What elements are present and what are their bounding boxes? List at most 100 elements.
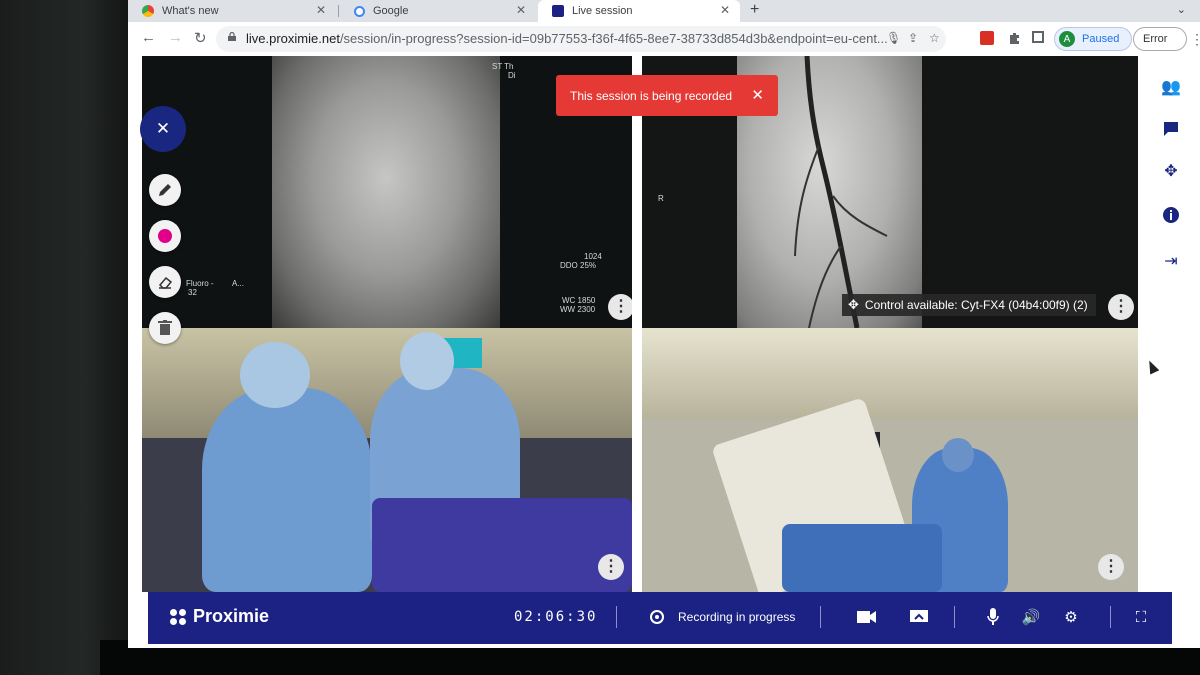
tab-separator — [338, 5, 339, 17]
divider — [954, 606, 955, 628]
google-icon — [354, 5, 365, 17]
microphone-icon[interactable] — [982, 606, 1004, 628]
eraser-icon — [158, 276, 173, 289]
url-path: /session/in-progress?session-id=09b77553… — [339, 31, 888, 46]
overlay-text: ST Th — [492, 62, 514, 71]
color-picker-button[interactable] — [149, 220, 181, 252]
toast-message: This session is being recorded — [570, 88, 733, 103]
tab-google[interactable]: Google ✕ — [340, 0, 536, 22]
microphone-icon[interactable]: 🎙 — [886, 31, 901, 45]
extension-icon[interactable] — [980, 31, 994, 45]
side-panel-icon[interactable] — [1032, 31, 1044, 43]
xray-image — [272, 56, 500, 328]
video-pane-room-right[interactable]: ⋮ — [642, 328, 1138, 592]
fullscreen-icon[interactable]: ⛶ — [1130, 606, 1152, 628]
browser-menu-icon[interactable]: ⋮ — [1190, 31, 1200, 48]
close-icon: ✕ — [155, 119, 171, 138]
session-timer: 02:06:30 — [514, 609, 598, 625]
surgeon-head — [240, 342, 310, 408]
address-bar[interactable]: live.proximie.net/session/in-progress?se… — [216, 26, 946, 52]
proximie-app: ST Th Di 1024 DDO 25% Fluoro - A... 32 W… — [128, 56, 1200, 648]
close-icon[interactable]: ✕ — [720, 3, 730, 17]
tab-label: Live session — [572, 5, 633, 17]
pane-options-kebab-icon[interactable]: ⋮ — [598, 554, 624, 580]
overlay-text: DDO 25% — [560, 261, 597, 270]
divider — [820, 606, 821, 628]
address-toolbar: ← → ↻ live.proximie.net/session/in-progr… — [128, 22, 1200, 57]
profile-button[interactable]: A Paused — [1054, 27, 1132, 51]
bookmark-star-icon[interactable]: ☆ — [929, 31, 940, 45]
pane-options-kebab-icon[interactable]: ⋮ — [1108, 294, 1134, 320]
error-label: Error — [1143, 33, 1168, 45]
url-text: live.proximie.net/session/in-progress?se… — [246, 31, 888, 46]
pane-options-kebab-icon[interactable]: ⋮ — [1098, 554, 1124, 580]
participants-icon[interactable]: 👥 — [1160, 76, 1182, 98]
overlay-text: A... — [232, 279, 245, 288]
update-error-button[interactable]: Error — [1133, 27, 1187, 51]
room-background — [642, 328, 1138, 418]
surgical-drape — [782, 524, 942, 592]
video-grid: ST Th Di 1024 DDO 25% Fluoro - A... 32 W… — [142, 56, 1138, 592]
recording-status: Recording in progress — [678, 610, 796, 624]
recording-toast: This session is being recorded ✕ — [556, 75, 778, 116]
proximie-icon — [552, 5, 564, 17]
tab-search-chevron-icon[interactable]: ⌄ — [1177, 3, 1186, 16]
close-annotation-button[interactable]: ✕ — [140, 106, 186, 152]
staff-head — [942, 438, 974, 472]
settings-gear-icon[interactable]: ⚙ — [1060, 606, 1082, 628]
screen-share-icon[interactable] — [908, 606, 930, 628]
reload-icon[interactable]: ↻ — [194, 29, 207, 47]
tab-whats-new[interactable]: What's new ✕ — [128, 0, 336, 22]
add-camera-icon[interactable] — [856, 606, 878, 628]
delete-annotations-button[interactable] — [149, 312, 181, 344]
overlay-text: 32 — [188, 288, 197, 297]
eraser-tool-button[interactable] — [149, 266, 181, 298]
back-arrow-icon[interactable]: ← — [141, 29, 156, 46]
close-icon[interactable]: ✕ — [751, 86, 764, 104]
share-icon[interactable]: ⇪ — [908, 31, 918, 45]
close-icon[interactable]: ✕ — [516, 3, 526, 17]
pencil-icon — [159, 184, 171, 196]
video-pane-room-left[interactable]: ⋮ — [142, 328, 632, 592]
overlay-text: WC 1850 — [562, 296, 596, 305]
right-sidebar: 👥 ✥ ⇥ — [1140, 56, 1200, 592]
close-icon[interactable]: ✕ — [316, 3, 326, 17]
tab-label: What's new — [162, 5, 219, 17]
lock-icon — [228, 32, 236, 41]
proximie-logo-icon — [170, 608, 186, 625]
forward-arrow-icon[interactable]: → — [168, 29, 183, 46]
monitor-bezel — [0, 0, 140, 675]
pen-tool-button[interactable] — [149, 174, 181, 206]
color-dot-icon — [158, 229, 172, 243]
exit-session-icon[interactable]: ⇥ — [1160, 250, 1182, 272]
record-icon — [650, 610, 664, 624]
move-arrows-icon: ✥ — [848, 297, 859, 312]
surgical-drape — [372, 498, 632, 592]
surgeon-figure — [202, 388, 372, 592]
profile-status: Paused — [1082, 33, 1120, 45]
tab-strip: What's new ✕ Google ✕ Live session ✕ + ⌄ — [128, 0, 1200, 22]
speaker-icon[interactable]: 🔊 — [1020, 606, 1042, 628]
overlay-text: 1024 — [584, 252, 602, 261]
overlay-text: WW 2300 — [560, 305, 596, 314]
brand-name: Proximie — [193, 606, 270, 626]
browser-window: What's new ✕ Google ✕ Live session ✕ + ⌄… — [128, 0, 1200, 648]
divider — [616, 606, 617, 628]
url-host: live.proximie.net — [246, 31, 340, 46]
proximie-logo: Proximie — [170, 606, 269, 627]
pane-options-kebab-icon[interactable]: ⋮ — [608, 294, 632, 320]
move-arrows-icon[interactable]: ✥ — [1160, 160, 1182, 182]
tab-live-session[interactable]: Live session ✕ — [538, 0, 740, 22]
surgeon-head — [400, 332, 454, 390]
info-icon[interactable] — [1160, 204, 1182, 226]
trash-icon — [158, 320, 172, 335]
overlay-text: R — [658, 194, 664, 203]
new-tab-button[interactable]: + — [750, 0, 759, 20]
control-available-pill[interactable]: ✥ Control available: Cyt-FX4 (04b4:00f9)… — [842, 294, 1096, 316]
puzzle-extensions-icon[interactable] — [1008, 31, 1022, 45]
chat-icon[interactable] — [1160, 118, 1182, 140]
session-control-bar: Proximie 02:06:30 Recording in progress … — [148, 592, 1172, 644]
chrome-icon — [142, 5, 154, 17]
divider — [1110, 606, 1111, 628]
avatar: A — [1059, 31, 1075, 47]
